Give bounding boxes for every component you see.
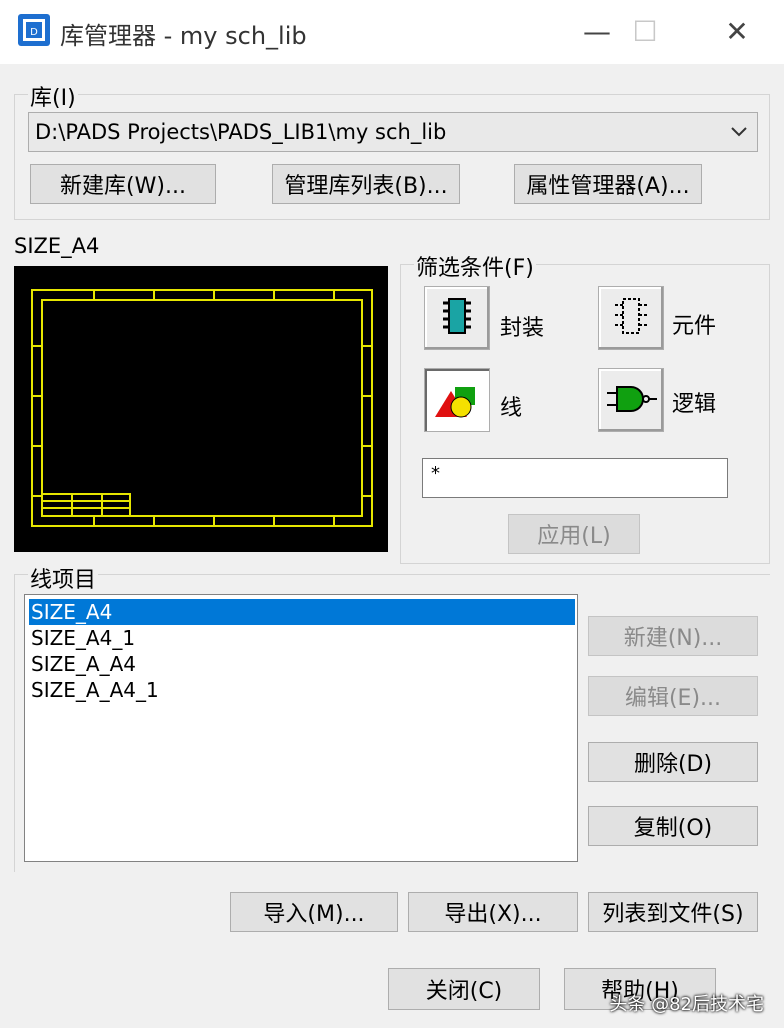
filter-decal-label: 封装	[500, 316, 545, 341]
edit-item-button[interactable]: 编辑(E)...	[588, 676, 758, 716]
preview-canvas	[14, 266, 388, 552]
list-item[interactable]: SIZE_A_A4_1	[29, 677, 575, 703]
title-bar: D 库管理器 - my sch_lib — ☐ ✕	[0, 0, 784, 64]
close-window-button[interactable]: ✕	[712, 10, 762, 52]
list-item[interactable]: SIZE_A_A4	[29, 651, 575, 677]
preview-name: SIZE_A4	[14, 234, 100, 258]
maximize-button[interactable]: ☐	[620, 10, 670, 52]
new-item-button[interactable]: 新建(N)...	[588, 616, 758, 656]
import-button[interactable]: 导入(M)...	[230, 892, 398, 932]
items-listbox[interactable]: SIZE_A4 SIZE_A4_1 SIZE_A_A4 SIZE_A_A4_1	[24, 594, 578, 862]
attribute-manager-button[interactable]: 属性管理器(A)...	[514, 164, 702, 204]
filter-text-input[interactable]: *	[422, 458, 728, 498]
logic-gate-icon	[607, 386, 657, 412]
watermark: 头条 @82后技术宅	[609, 994, 764, 1015]
list-item[interactable]: SIZE_A4	[29, 599, 575, 625]
filter-part-label: 元件	[672, 314, 717, 339]
lines-icon	[435, 387, 475, 418]
delete-item-button[interactable]: 删除(D)	[588, 742, 758, 782]
filter-lines-button[interactable]	[424, 368, 490, 432]
list-to-file-button[interactable]: 列表到文件(S)	[588, 892, 758, 932]
items-group-label: 线项目	[28, 562, 99, 594]
export-button[interactable]: 导出(X)...	[408, 892, 578, 932]
filter-logic-label: 逻辑	[672, 392, 717, 417]
list-item[interactable]: SIZE_A4_1	[29, 625, 575, 651]
library-path-value: D:\PADS Projects\PADS_LIB1\my sch_lib	[35, 120, 447, 144]
filter-decal-button[interactable]	[424, 286, 490, 350]
copy-item-button[interactable]: 复制(O)	[588, 806, 758, 846]
close-button[interactable]: 关闭(C)	[388, 968, 540, 1010]
library-group-label: 库(I)	[28, 80, 78, 112]
manage-library-list-button[interactable]: 管理库列表(B)...	[272, 164, 460, 204]
new-library-button[interactable]: 新建库(W)...	[30, 164, 216, 204]
decal-icon	[443, 298, 471, 334]
library-path-dropdown[interactable]: D:\PADS Projects\PADS_LIB1\my sch_lib	[28, 112, 758, 152]
filter-group-label: 筛选条件(F)	[414, 250, 536, 282]
part-icon	[615, 298, 649, 334]
app-icon: D	[18, 14, 50, 46]
apply-button[interactable]: 应用(L)	[508, 514, 640, 554]
svg-text:D: D	[30, 27, 38, 38]
filter-lines-label: 线	[500, 396, 523, 421]
window-title: 库管理器 - my sch_lib	[60, 22, 307, 50]
filter-logic-button[interactable]	[598, 368, 664, 432]
chevron-down-icon[interactable]	[729, 117, 749, 153]
minimize-button[interactable]: —	[572, 10, 622, 52]
filter-part-button[interactable]	[598, 286, 664, 350]
